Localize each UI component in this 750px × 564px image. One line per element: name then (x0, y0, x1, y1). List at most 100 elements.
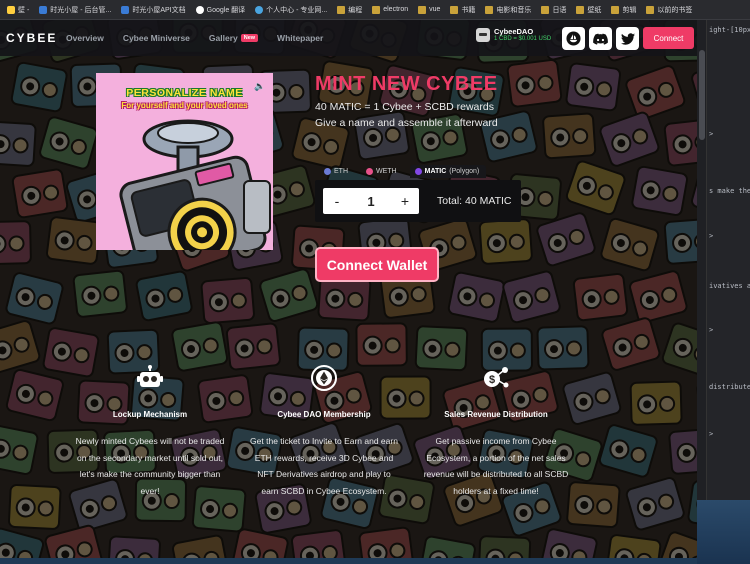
cybee-page: CYBEE Overview Cybee Miniverse Gallery Ne… (0, 20, 697, 558)
chain-label: ETH (334, 168, 348, 175)
folder-icon (541, 5, 550, 14)
dao-robot-icon (476, 27, 490, 42)
connect-button[interactable]: Connect (643, 27, 694, 49)
feature-lockup: Lockup Mechanism Newly minted Cybees wil… (75, 365, 225, 499)
bookmark-item[interactable]: 电影和音乐 (480, 0, 536, 19)
devtools-code-line: ight-[10px (709, 26, 750, 34)
bookmark-label: 以前的书签 (657, 6, 693, 14)
page-scrollbar[interactable] (697, 20, 707, 564)
bookmark-item[interactable]: 剪辑 (606, 0, 641, 19)
bookmark-label: electron (383, 6, 409, 13)
bookmark-label: 电影和音乐 (496, 6, 532, 14)
logo[interactable]: CYBEE (6, 31, 62, 45)
chain-selector: ETH WETH MATIC (Polygon) (319, 165, 487, 178)
bookmarks-bar: 壁 - 时光小屋 - 后台管... 时光小屋API文档 Google 翻译 个人中心 -… (0, 0, 750, 20)
mint-box: - 1 + Total: 40 MATIC (315, 180, 521, 222)
nav-link-label: Gallery (208, 33, 238, 43)
nav-link-label: Overview (66, 33, 104, 43)
page-title: MINT NEW CYBEE (315, 73, 498, 95)
ethereum-icon (324, 168, 331, 175)
folder-icon (372, 5, 381, 14)
increment-button[interactable]: + (399, 193, 411, 209)
chain-option-weth[interactable]: WETH (361, 165, 404, 178)
bookmark-label: vue (429, 6, 441, 13)
bookmark-label: 剪辑 (622, 6, 637, 14)
chain-option-matic[interactable]: MATIC (Polygon) (409, 165, 487, 178)
image-subtitle: For yourself and your loved ones (121, 101, 248, 110)
dao-name: CybeeDAO (494, 27, 534, 36)
opensea-button[interactable] (562, 27, 585, 50)
devtools-code-line: ivatives a (709, 282, 750, 290)
bookmark-item[interactable]: Google 翻译 (191, 0, 251, 19)
chain-label: MATIC (424, 168, 447, 175)
nav-link-gallery[interactable]: Gallery New (208, 33, 259, 43)
devtools-code-line: > (709, 326, 714, 334)
bookmark-item[interactable]: 以前的书签 (641, 0, 697, 19)
assemble-line: Give a name and assemble it afterward (315, 117, 498, 129)
nav-link-overview[interactable]: Overview (66, 33, 104, 43)
feature-title: Cybee DAO Membership (277, 410, 371, 419)
bookmark-item[interactable]: 时光小屋 - 后台管... (34, 0, 116, 19)
devtools-code-line: distribute (709, 383, 750, 391)
nav-link-label: Whitepaper (277, 33, 324, 43)
bookmark-label: 日语 (552, 6, 567, 14)
feature-dao-membership: Cybee DAO Membership Get the ticket to I… (249, 365, 399, 499)
dao-rate: 1 CBD = $0.001 USD (494, 36, 552, 42)
folder-icon (485, 5, 494, 14)
bookmark-label: 壁纸 (587, 6, 602, 14)
folder-icon (450, 5, 459, 14)
bird-icon (620, 32, 635, 45)
bookmark-item[interactable]: vue (413, 0, 445, 19)
image-title: PERSONALIZE NAME (126, 87, 243, 99)
bookmark-item[interactable]: 壁纸 (571, 0, 606, 19)
devtools-code-line: > (709, 232, 714, 240)
connect-wallet-button[interactable]: Connect Wallet (315, 247, 439, 282)
robot-illustration (96, 73, 273, 250)
bookmark-item[interactable]: electron (367, 0, 413, 19)
ethereum-icon (311, 365, 337, 391)
chain-option-eth[interactable]: ETH (319, 165, 355, 178)
quantity-stepper: - 1 + (323, 188, 419, 214)
quantity-value[interactable]: 1 (367, 194, 374, 209)
dao-token-widget[interactable]: CybeeDAO 1 CBD = $0.001 USD (476, 27, 551, 42)
feature-title: Lockup Mechanism (112, 410, 188, 419)
bookmark-label: Google 翻译 (206, 6, 246, 14)
feature-title: Sales Revenue Distribution (444, 410, 548, 419)
site-icon (39, 5, 48, 14)
nav-link-whitepaper[interactable]: Whitepaper (277, 33, 323, 43)
folder-icon (611, 5, 620, 14)
desktop-wallpaper (697, 500, 750, 564)
nav-link-miniverse[interactable]: Cybee Miniverse (123, 33, 190, 43)
devtools-code-line: > (709, 130, 714, 138)
bookmark-item[interactable]: 日语 (536, 0, 571, 19)
bookmark-item[interactable]: 个人中心 - 专业网... (250, 0, 332, 19)
weth-icon (366, 168, 373, 175)
twitter-button[interactable] (616, 27, 639, 50)
scrollbar-thumb[interactable] (699, 50, 705, 140)
nav-link-label: Cybee Miniverse (122, 33, 190, 43)
chain-note: (Polygon) (449, 168, 480, 175)
speaker-icon[interactable]: 🔈 (254, 81, 265, 92)
bookmark-item[interactable]: 时光小屋API文档 (116, 0, 190, 19)
bookmark-label: 编程 (348, 6, 363, 14)
bookmark-label: 时光小屋 - 后台管... (50, 6, 112, 14)
chain-label: WETH (376, 168, 397, 175)
feature-desc: Get the ticket to Invite to Earn and ear… (250, 436, 398, 496)
price-line: 40 MATIC = 1 Cybee + SCBD rewards (315, 101, 494, 113)
bookmark-label: 壁 - (18, 6, 30, 14)
site-icon (121, 5, 130, 14)
bookmark-item[interactable]: 壁 - (2, 0, 34, 19)
top-nav: CYBEE Overview Cybee Miniverse Gallery Ne… (0, 20, 697, 56)
bookmark-icon (7, 5, 15, 14)
devtools-code-line: s make the (709, 187, 750, 195)
network-dollar-icon: $ (484, 367, 509, 388)
feature-revenue-distribution: $ Sales Revenue Distribution Get passive… (421, 365, 571, 499)
new-badge: New (240, 34, 259, 42)
robot-icon (137, 365, 163, 387)
bookmark-item[interactable]: 书籍 (445, 0, 480, 19)
personalize-name-image: PERSONALIZE NAME For yourself and your l… (96, 73, 273, 250)
discord-button[interactable] (589, 27, 612, 50)
decrement-button[interactable]: - (331, 193, 343, 209)
folder-icon (646, 5, 655, 14)
bookmark-item[interactable]: 编程 (332, 0, 367, 19)
